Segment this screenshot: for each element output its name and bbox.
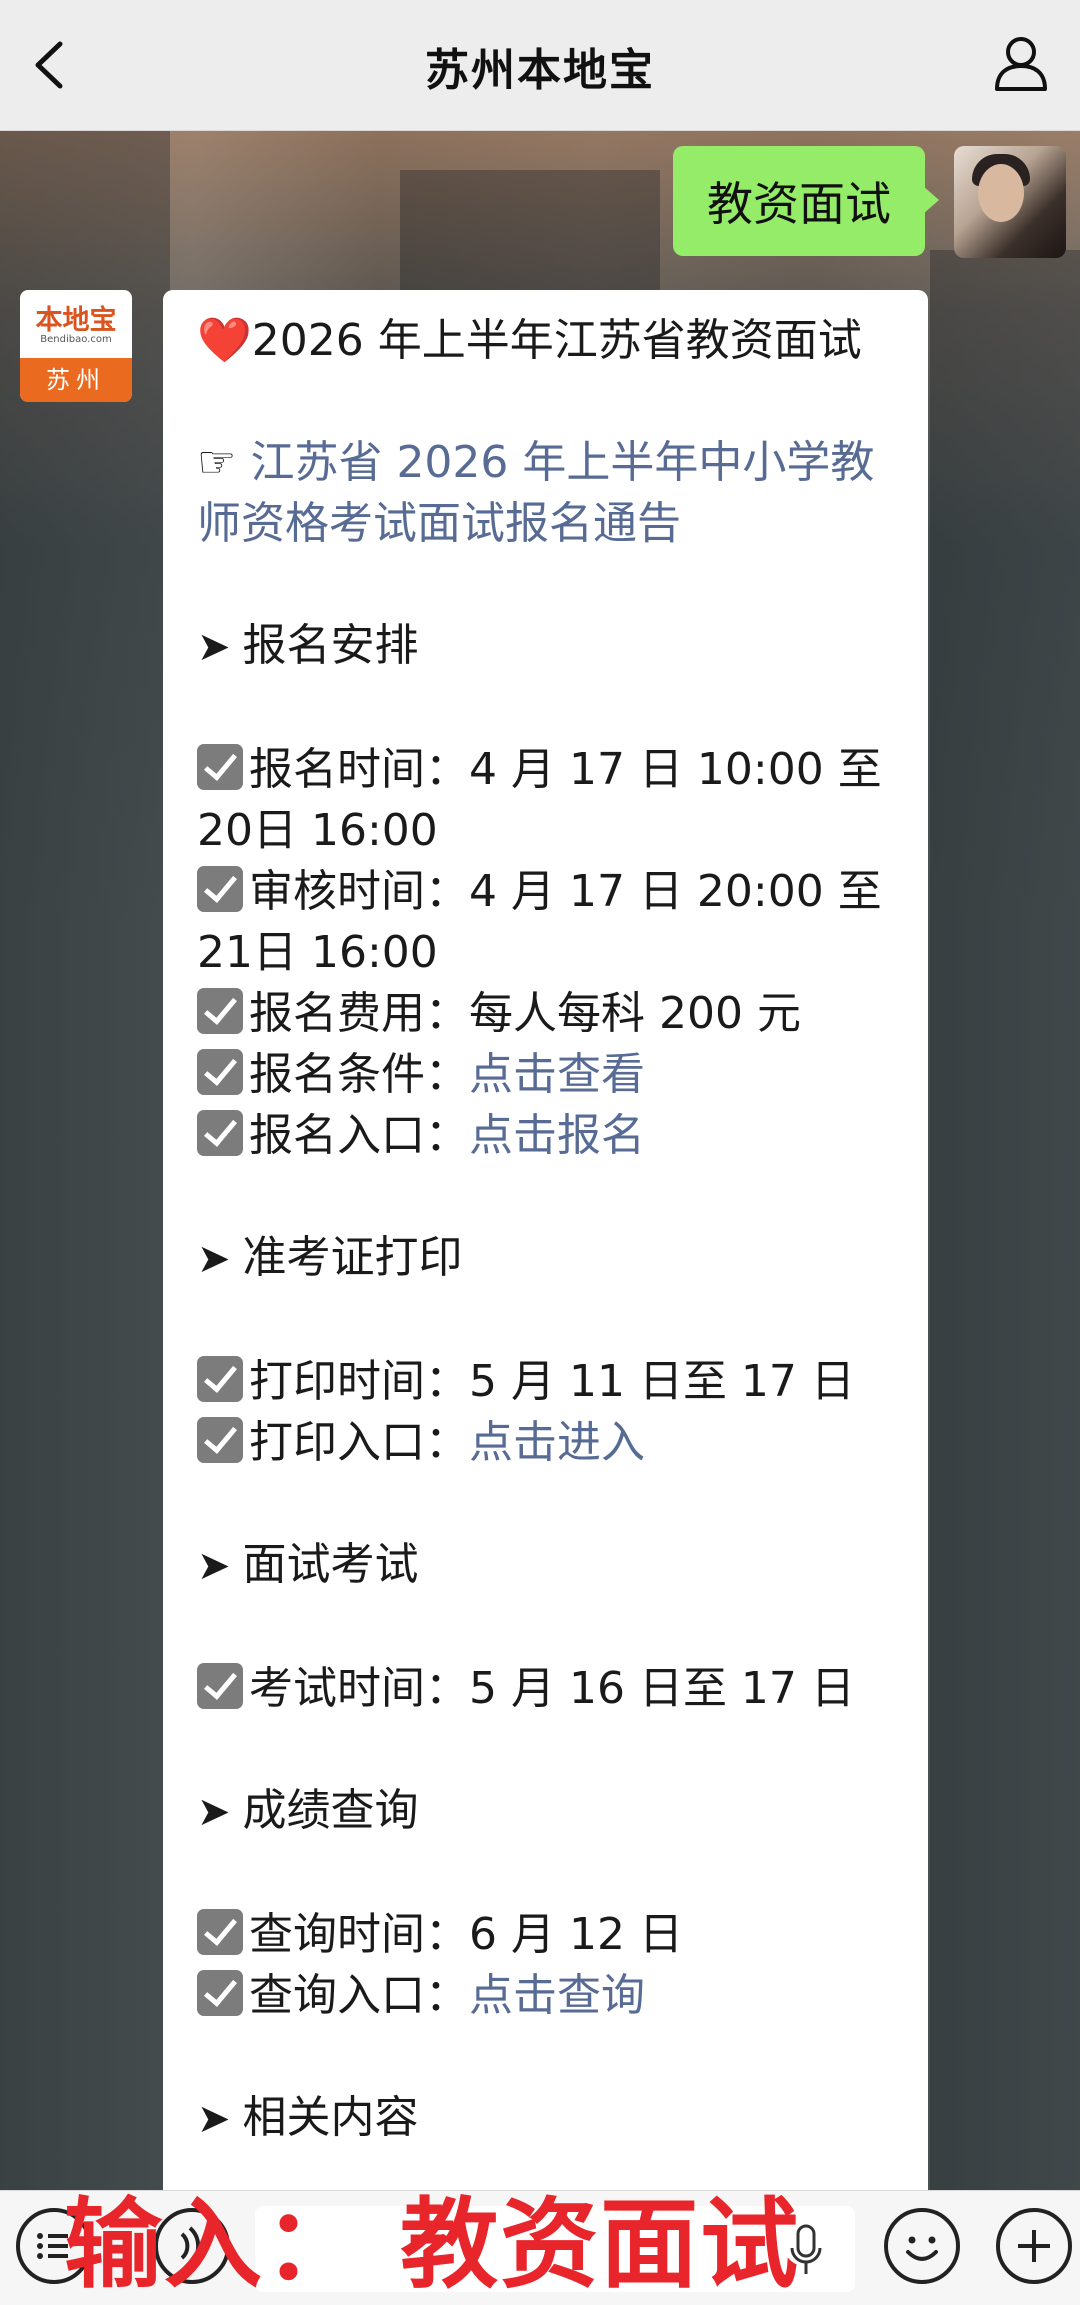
checkbox-icon xyxy=(197,1356,243,1402)
notice-link[interactable]: 江苏省 2026 年上半年中小学教师资格考试面试报名通告 xyxy=(197,437,874,549)
section-heading: ➤ 面试考试 xyxy=(197,1534,894,1597)
bot-avatar[interactable]: 本地宝 Bendibao.com 苏州 xyxy=(20,290,132,402)
info-item: 报名时间：4 月 17 日 10:00 至 20日 16:00 xyxy=(197,744,882,856)
info-item: 查询入口：点击查询 xyxy=(197,1965,894,2026)
checkbox-icon xyxy=(197,744,243,790)
section-heading: ➤ 相关内容 xyxy=(197,2087,894,2150)
plus-icon[interactable] xyxy=(996,2208,1072,2284)
info-item: 打印入口：点击进入 xyxy=(197,1412,894,1473)
checkbox-icon xyxy=(197,1417,243,1463)
overlay-caption: 输入： 教资面试 xyxy=(64,2188,801,2302)
checkbox-icon xyxy=(197,1909,243,1955)
message-title: 2026 年上半年江苏省教资面试 xyxy=(251,315,862,366)
notice-line: ☞ 江苏省 2026 年上半年中小学教师资格考试面试报名通告 xyxy=(197,432,894,554)
info-item: 审核时间：4 月 17 日 20:00 至 21日 16:00 xyxy=(197,866,882,978)
checkbox-icon xyxy=(197,866,243,912)
page-title: 苏州本地宝 xyxy=(425,45,655,96)
bot-message-bubble: ❤️2026 年上半年江苏省教资面试 ☞ 江苏省 2026 年上半年中小学教师资… xyxy=(163,290,928,2190)
conditions-link[interactable]: 点击查看 xyxy=(469,1049,645,1100)
arrow-icon: ➤ xyxy=(197,1543,231,1589)
print-entry-link[interactable]: 点击进入 xyxy=(469,1417,645,1468)
query-link[interactable]: 点击查询 xyxy=(469,1970,645,2021)
info-item: 查询时间：6 月 12 日 xyxy=(197,1904,894,1965)
checkbox-icon xyxy=(197,1663,243,1709)
register-link[interactable]: 点击报名 xyxy=(469,1110,645,1161)
user-avatar[interactable] xyxy=(954,146,1066,258)
info-item: 报名条件：点击查看 xyxy=(197,1044,894,1105)
logo-text: 本地宝 xyxy=(35,305,117,336)
checkbox-icon xyxy=(197,1970,243,2016)
heart-icon: ❤️ xyxy=(197,315,252,366)
pointing-hand-icon: ☞ xyxy=(197,437,237,488)
checkbox-icon xyxy=(197,988,243,1034)
user-message-text: 教资面试 xyxy=(707,177,891,231)
info-item: 报名入口：点击报名 xyxy=(197,1105,894,1166)
arrow-icon: ➤ xyxy=(197,1236,231,1282)
person-icon[interactable] xyxy=(992,34,1050,92)
logo-city: 苏州 xyxy=(20,358,132,402)
message-title-line: ❤️2026 年上半年江苏省教资面试 xyxy=(197,310,894,371)
user-message-bubble[interactable]: 教资面试 xyxy=(673,146,939,256)
checkbox-icon xyxy=(197,1110,243,1156)
emoji-icon[interactable] xyxy=(884,2208,960,2284)
logo-url: Bendibao.com xyxy=(40,334,112,345)
arrow-icon: ➤ xyxy=(197,1789,231,1835)
info-item: 打印时间：5 月 11 日至 17 日 xyxy=(197,1351,894,1412)
checkbox-icon xyxy=(197,1049,243,1095)
section-heading: ➤ 成绩查询 xyxy=(197,1780,894,1843)
arrow-icon: ➤ xyxy=(197,624,231,670)
info-item: 考试时间：5 月 16 日至 17 日 xyxy=(197,1658,894,1719)
section-heading: ➤ 准考证打印 xyxy=(197,1227,894,1290)
section-heading: ➤ 报名安排 xyxy=(197,615,894,678)
top-nav-bar: 苏州本地宝 xyxy=(0,0,1080,131)
arrow-icon: ➤ xyxy=(197,2096,231,2142)
info-item: 报名费用：每人每科 200 元 xyxy=(197,983,894,1044)
